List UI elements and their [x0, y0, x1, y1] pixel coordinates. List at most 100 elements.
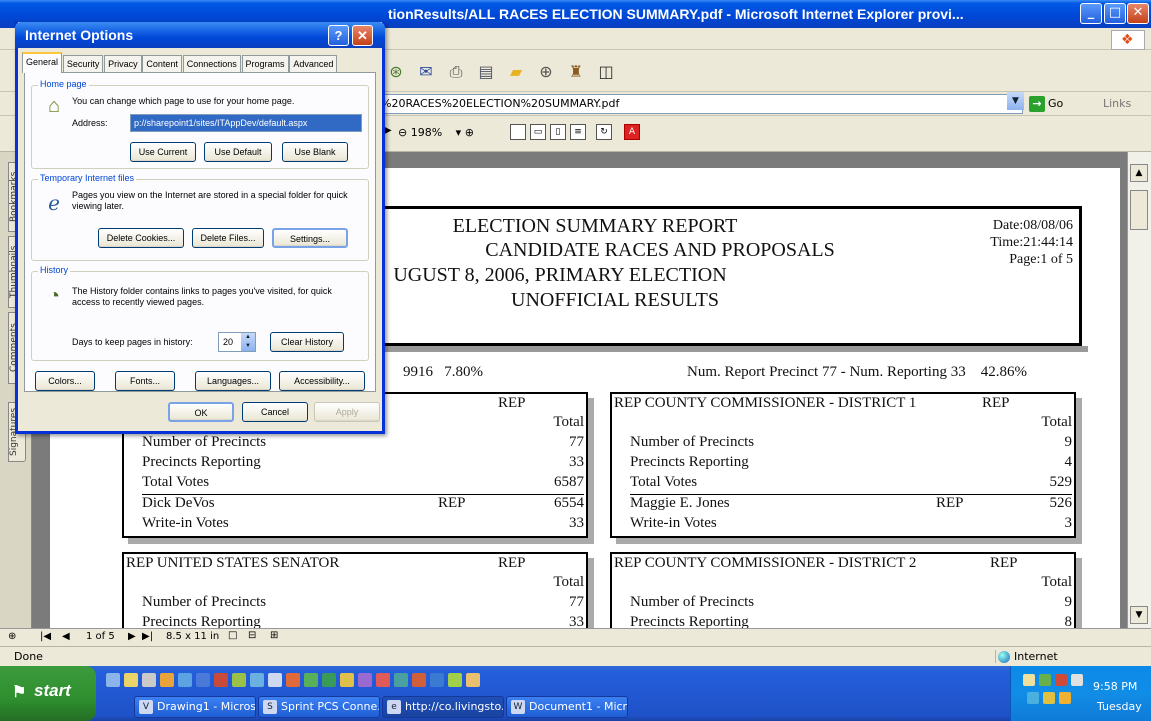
use-current-button[interactable]: Use Current: [130, 142, 196, 162]
colors-button[interactable]: Colors...: [35, 371, 95, 391]
maximize-button[interactable]: □: [1104, 3, 1126, 24]
security-shield-icon[interactable]: [1059, 692, 1071, 704]
languages-button[interactable]: Languages...: [195, 371, 271, 391]
tab-general[interactable]: General: [22, 52, 63, 73]
tab-advanced[interactable]: Advanced: [289, 55, 338, 73]
messenger-icon[interactable]: ♜: [566, 62, 586, 82]
home-address-input[interactable]: p://sharepoint1/sites/ITAppDev/default.a…: [130, 114, 362, 132]
apply-button[interactable]: Apply: [314, 402, 380, 422]
fit-width-icon[interactable]: ▯: [550, 124, 566, 140]
print-icon[interactable]: ⎙: [446, 62, 466, 82]
start-button[interactable]: ⚑ start: [0, 666, 96, 721]
task-ie-active[interactable]: e http://co.livingsto...: [382, 696, 504, 718]
quicklaunch-icon[interactable]: [340, 673, 354, 687]
tab-content[interactable]: Content: [142, 55, 182, 73]
quicklaunch-icon[interactable]: [394, 673, 408, 687]
race-party: REP: [498, 555, 526, 571]
quicklaunch-icon[interactable]: [268, 673, 282, 687]
tray-icon[interactable]: [1027, 692, 1039, 704]
dialog-close-button[interactable]: ✕: [352, 25, 373, 46]
task-drawing1[interactable]: V Drawing1 - Micros...: [134, 696, 256, 718]
close-button[interactable]: ✕: [1127, 3, 1149, 24]
address-dropdown-icon[interactable]: ▼: [1007, 92, 1024, 110]
last-page-icon[interactable]: ▶|: [142, 631, 153, 642]
cancel-button[interactable]: Cancel: [242, 402, 308, 422]
go-button[interactable]: → Go: [1029, 95, 1075, 113]
use-default-button[interactable]: Use Default: [204, 142, 272, 162]
delete-cookies-button[interactable]: Delete Cookies...: [98, 228, 184, 248]
quicklaunch-icon[interactable]: [250, 673, 264, 687]
folder-icon[interactable]: ▰: [506, 62, 526, 82]
tab-programs[interactable]: Programs: [241, 55, 289, 73]
zoom-in-icon[interactable]: ⊕: [465, 126, 474, 139]
links-label[interactable]: Links: [1103, 97, 1131, 110]
reflow-icon[interactable]: ≡: [570, 124, 586, 140]
scroll-thumb[interactable]: [1130, 190, 1148, 230]
quicklaunch-icon[interactable]: [160, 673, 174, 687]
zoom-field[interactable]: ⊖ 198% ▾ ⊕: [398, 124, 474, 142]
tray-icon[interactable]: [1043, 692, 1055, 704]
vertical-scrollbar[interactable]: ▲ ▼: [1127, 152, 1151, 628]
tray-icon[interactable]: [1071, 674, 1083, 686]
quicklaunch-icon[interactable]: [196, 673, 210, 687]
quicklaunch-icon[interactable]: [142, 673, 156, 687]
fit-page-icon[interactable]: ▭: [530, 124, 546, 140]
ok-button[interactable]: OK: [168, 402, 234, 422]
task-sprint-pcs[interactable]: S Sprint PCS Conne...: [258, 696, 380, 718]
next-arrow-icon[interactable]: ▶: [384, 125, 392, 136]
adobe-logo-icon[interactable]: A: [624, 124, 640, 140]
tab-privacy[interactable]: Privacy: [104, 55, 142, 73]
minimize-button[interactable]: _: [1080, 3, 1102, 24]
split-icon[interactable]: ⊕: [8, 631, 16, 642]
days-spinner[interactable]: 20 ▲ ▼: [218, 332, 256, 352]
quicklaunch-icon[interactable]: [448, 673, 462, 687]
quicklaunch-icon[interactable]: [466, 673, 480, 687]
help-button[interactable]: ?: [328, 25, 349, 46]
scroll-down-icon[interactable]: ▼: [1130, 606, 1148, 624]
quicklaunch-icon[interactable]: [322, 673, 336, 687]
next-page-icon[interactable]: ▶: [128, 631, 136, 642]
tray-icon[interactable]: [1039, 674, 1051, 686]
task-document1[interactable]: W Document1 - Micr...: [506, 696, 628, 718]
edit-icon[interactable]: ▤: [476, 62, 496, 82]
history-icon[interactable]: ⊛: [386, 62, 406, 82]
screen-icon[interactable]: ◫: [596, 62, 616, 82]
research-icon[interactable]: ⊕: [536, 62, 556, 82]
quicklaunch-icon[interactable]: [232, 673, 246, 687]
quicklaunch-icon[interactable]: [214, 673, 228, 687]
fonts-button[interactable]: Fonts...: [115, 371, 175, 391]
tab-connections[interactable]: Connections: [182, 55, 241, 73]
tab-security[interactable]: Security: [62, 55, 104, 73]
rotate-icon[interactable]: ↻: [596, 124, 612, 140]
tray-icon[interactable]: [1055, 674, 1067, 686]
quicklaunch-icon[interactable]: [178, 673, 192, 687]
zoom-dropdown-icon[interactable]: ▾: [456, 126, 462, 139]
quicklaunch-icon[interactable]: [376, 673, 390, 687]
quicklaunch-icon[interactable]: [430, 673, 444, 687]
use-blank-button[interactable]: Use Blank: [282, 142, 348, 162]
delete-files-button[interactable]: Delete Files...: [192, 228, 264, 248]
visio-icon: V: [139, 700, 153, 714]
facing-icon[interactable]: ⊞: [270, 630, 278, 641]
clear-history-button[interactable]: Clear History: [270, 332, 344, 352]
tray-icon[interactable]: [1023, 674, 1035, 686]
quicklaunch-icon[interactable]: [286, 673, 300, 687]
quicklaunch-icon[interactable]: [412, 673, 426, 687]
quicklaunch-icon[interactable]: [304, 673, 318, 687]
scroll-up-icon[interactable]: ▲: [1130, 164, 1148, 182]
first-page-icon[interactable]: |◀: [40, 631, 51, 642]
quicklaunch-icon[interactable]: [124, 673, 138, 687]
mail-icon[interactable]: ✉: [416, 62, 436, 82]
prev-page-icon[interactable]: ◀: [62, 631, 70, 642]
single-page-icon[interactable]: □: [228, 630, 237, 641]
spinner-arrows-icon[interactable]: ▲ ▼: [241, 333, 255, 351]
accessibility-button[interactable]: Accessibility...: [279, 371, 365, 391]
clock-time[interactable]: 9:58 PM: [1093, 680, 1137, 693]
settings-button[interactable]: Settings...: [272, 228, 348, 248]
zoom-out-icon[interactable]: ⊖: [398, 126, 407, 139]
continuous-icon[interactable]: ⊟: [248, 630, 256, 641]
page-indicator[interactable]: 1 of 5: [86, 631, 115, 642]
quicklaunch-icon[interactable]: [358, 673, 372, 687]
quicklaunch-icon[interactable]: [106, 673, 120, 687]
actual-size-icon[interactable]: [510, 124, 526, 140]
